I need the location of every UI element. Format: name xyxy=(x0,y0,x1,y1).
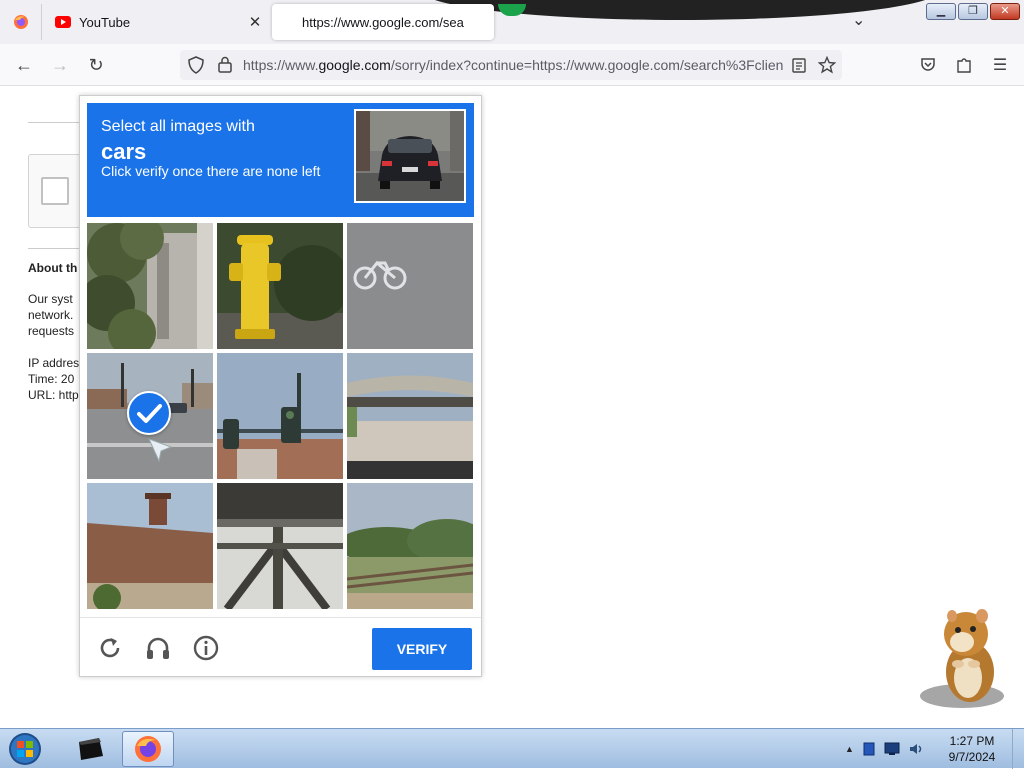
selected-checkmark-icon xyxy=(127,391,171,435)
tab-google-active[interactable]: https://www.google.com/sea xyxy=(272,4,494,40)
url-text[interactable]: https://www.google.com/sorry/index?conti… xyxy=(243,57,783,73)
shield-icon[interactable] xyxy=(188,56,204,74)
pocket-icon[interactable] xyxy=(920,57,936,73)
recaptcha-challenge-dialog: Select all images with cars Click verify… xyxy=(79,95,482,677)
taskbar-clock[interactable]: 1:27 PM 9/7/2024 xyxy=(940,733,1004,765)
about-line: Our syst xyxy=(28,292,73,306)
firefox-icon xyxy=(135,736,161,762)
tab-label: YouTube xyxy=(79,14,131,30)
reader-view-icon[interactable] xyxy=(792,58,806,73)
reload-challenge-icon[interactable] xyxy=(96,634,124,662)
verify-button[interactable]: VERIFY xyxy=(372,628,472,670)
navigation-toolbar: ← → ↻ https://www.google.com/sorry/index… xyxy=(0,44,1024,86)
extensions-puzzle-icon[interactable] xyxy=(956,56,972,74)
image-tile-selected[interactable] xyxy=(87,353,213,479)
windows-taskbar: ▲ 1:27 PM 9/7/2024 xyxy=(0,728,1024,769)
image-tile-grid xyxy=(87,223,474,610)
clock-date: 9/7/2024 xyxy=(948,750,996,764)
about-line: requests xyxy=(28,324,75,338)
challenge-target: cars xyxy=(101,139,147,164)
image-tile[interactable] xyxy=(217,353,343,479)
image-tile[interactable] xyxy=(217,223,343,349)
challenge-footer: VERIFY xyxy=(80,617,481,677)
tab-label: https://www.google.com/sea xyxy=(302,14,464,30)
image-tile[interactable] xyxy=(347,223,473,349)
tray-app-icon[interactable] xyxy=(862,741,876,757)
challenge-instruction: Select all images with xyxy=(101,118,255,135)
address-bar[interactable]: https://www.google.com/sorry/index?conti… xyxy=(180,50,842,80)
about-line: network. xyxy=(28,308,74,322)
firefox-icon xyxy=(13,15,28,29)
image-tile[interactable] xyxy=(87,223,213,349)
challenge-subtext: Click verify once there are none left xyxy=(101,163,321,179)
image-tile[interactable] xyxy=(87,483,213,609)
desktop-hamster-mascot xyxy=(920,609,1004,708)
back-arrow-icon[interactable]: ← xyxy=(12,53,36,77)
list-all-tabs-chevron-icon[interactable]: ⌄ xyxy=(852,10,865,30)
forward-arrow-icon[interactable]: → xyxy=(48,53,72,77)
recaptcha-checkbox[interactable] xyxy=(41,177,69,205)
info-help-icon[interactable] xyxy=(192,634,220,662)
minimize-button[interactable]: ▁ xyxy=(926,3,956,20)
black-box-app-icon xyxy=(79,738,103,760)
network-monitor-icon[interactable] xyxy=(884,742,900,756)
youtube-icon xyxy=(55,16,71,28)
wallpaper-decoration xyxy=(498,4,526,16)
ip-address-line: IP addres xyxy=(28,356,80,370)
restore-button[interactable]: ❐ xyxy=(958,3,988,20)
show-hidden-icons-chevron-icon[interactable]: ▲ xyxy=(845,744,854,754)
browser-tab-strip: YouTube ✕ https://www.google.com/sea ⌄ ▁… xyxy=(0,0,1024,44)
image-tile[interactable] xyxy=(347,483,473,609)
show-desktop-button[interactable] xyxy=(1012,729,1024,769)
sample-car-image xyxy=(354,109,466,203)
taskbar-item-terminal[interactable] xyxy=(64,731,116,767)
audio-challenge-headphones-icon[interactable] xyxy=(144,634,172,662)
reload-icon[interactable]: ↻ xyxy=(84,53,108,77)
start-menu-orb-icon[interactable] xyxy=(6,731,44,767)
tab-youtube[interactable]: YouTube ✕ xyxy=(45,4,267,40)
url-line: URL: http xyxy=(28,388,79,402)
image-tile[interactable] xyxy=(347,353,473,479)
close-window-button[interactable]: ✕ xyxy=(990,3,1020,20)
clock-time: 1:27 PM xyxy=(949,734,995,748)
volume-speaker-icon[interactable] xyxy=(908,742,924,756)
hamburger-menu-icon[interactable]: ☰ xyxy=(988,53,1012,77)
challenge-header: Select all images with cars Click verify… xyxy=(87,103,474,217)
about-heading: About th xyxy=(28,261,78,275)
taskbar-item-firefox[interactable] xyxy=(122,731,174,767)
firefox-view-tab[interactable] xyxy=(0,4,42,40)
bookmark-star-icon[interactable] xyxy=(818,56,836,74)
lock-icon[interactable] xyxy=(218,56,232,73)
image-tile[interactable] xyxy=(217,483,343,609)
system-tray: ▲ xyxy=(845,739,924,759)
time-line: Time: 20 xyxy=(28,372,75,386)
close-tab-icon[interactable]: ✕ xyxy=(243,13,267,31)
